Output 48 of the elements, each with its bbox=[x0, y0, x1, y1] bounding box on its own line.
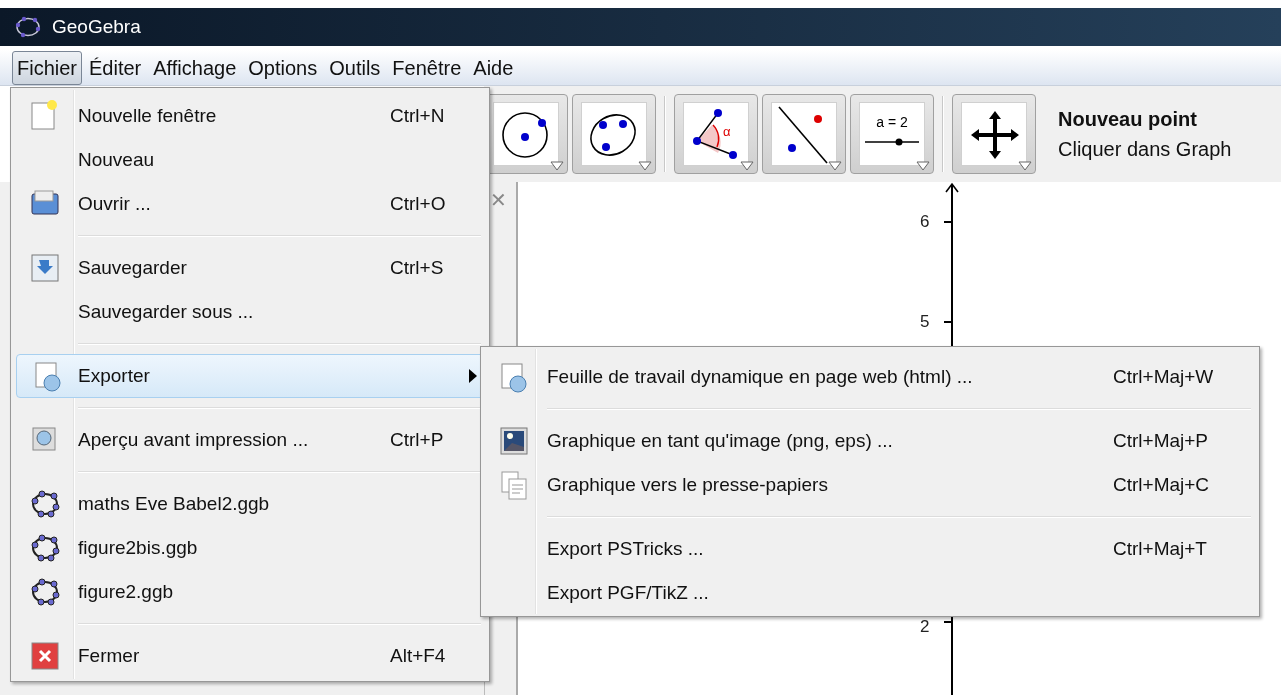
dropdown-triangle-icon bbox=[828, 161, 842, 171]
tick-mark bbox=[944, 321, 952, 323]
tool-button[interactable] bbox=[762, 94, 846, 174]
picture-icon bbox=[498, 425, 530, 457]
tool-help-text: Cliquer dans Graph bbox=[1058, 137, 1232, 162]
window-title: GeoGebra bbox=[52, 14, 141, 39]
geogebra-file-icon bbox=[28, 488, 61, 520]
menu-item[interactable]: Fichier bbox=[12, 50, 82, 85]
dropdown-triangle-icon bbox=[1018, 161, 1032, 171]
dropdown-triangle-icon bbox=[550, 161, 564, 171]
tool-help-title: Nouveau point bbox=[1058, 107, 1198, 132]
close-icon bbox=[28, 640, 61, 672]
menu-item[interactable]: Nouveau bbox=[11, 138, 489, 182]
tool-button[interactable] bbox=[952, 94, 1036, 174]
tool-button[interactable]: α bbox=[674, 94, 758, 174]
tick-label: 2 bbox=[920, 617, 930, 637]
menu-item[interactable]: Nouvelle fenêtre Ctrl+N bbox=[11, 94, 489, 138]
tool-button[interactable] bbox=[572, 94, 656, 174]
menu-item[interactable]: Feuille de travail dynamique en page web (html) ... Ctrl+Maj+W bbox=[481, 355, 1259, 399]
app-logo-icon bbox=[14, 16, 42, 38]
slider-label: a = 2 bbox=[876, 115, 908, 129]
dropdown-triangle-icon bbox=[740, 161, 754, 171]
clipboard-copy-icon bbox=[498, 469, 530, 501]
geogebra-file-icon bbox=[28, 532, 61, 564]
menu-item[interactable]: Export PSTricks ... Ctrl+Maj+T bbox=[481, 527, 1259, 571]
dropdown-triangle-icon bbox=[916, 161, 930, 171]
menu-item[interactable]: Outils bbox=[324, 50, 386, 85]
menu-item[interactable]: Affichage bbox=[148, 50, 242, 85]
menu-item[interactable]: Options bbox=[243, 50, 323, 85]
menu-item[interactable]: Sauvegarder sous ... bbox=[11, 290, 489, 334]
dropdown-triangle-icon bbox=[638, 161, 652, 171]
tick-mark bbox=[944, 621, 952, 623]
menu-item[interactable]: Export PGF/TikZ ... bbox=[481, 571, 1259, 615]
save-icon bbox=[28, 252, 61, 284]
menu-item[interactable]: Ouvrir ... Ctrl+O bbox=[11, 182, 489, 226]
menu-item[interactable]: Graphique en tant qu'image (png, eps) ... Ctrl+Maj+P bbox=[481, 419, 1259, 463]
export-icon bbox=[498, 361, 530, 393]
tool-button[interactable]: a = 2 bbox=[850, 94, 934, 174]
menu-item[interactable]: Graphique vers le presse-papiers Ctrl+Maj+C bbox=[481, 463, 1259, 507]
menu-item[interactable]: Sauvegarder Ctrl+S bbox=[11, 246, 489, 290]
menu-item[interactable]: Fermer Alt+F4 bbox=[11, 634, 489, 678]
tick-label: 6 bbox=[920, 212, 930, 232]
geogebra-file-icon bbox=[28, 576, 61, 608]
tick-label: 5 bbox=[920, 312, 930, 332]
menu-item[interactable]: Fenêtre bbox=[387, 50, 467, 85]
tick-mark bbox=[944, 221, 952, 223]
menu-item[interactable]: Aide bbox=[468, 50, 519, 85]
menu-item[interactable]: Éditer bbox=[84, 50, 147, 85]
